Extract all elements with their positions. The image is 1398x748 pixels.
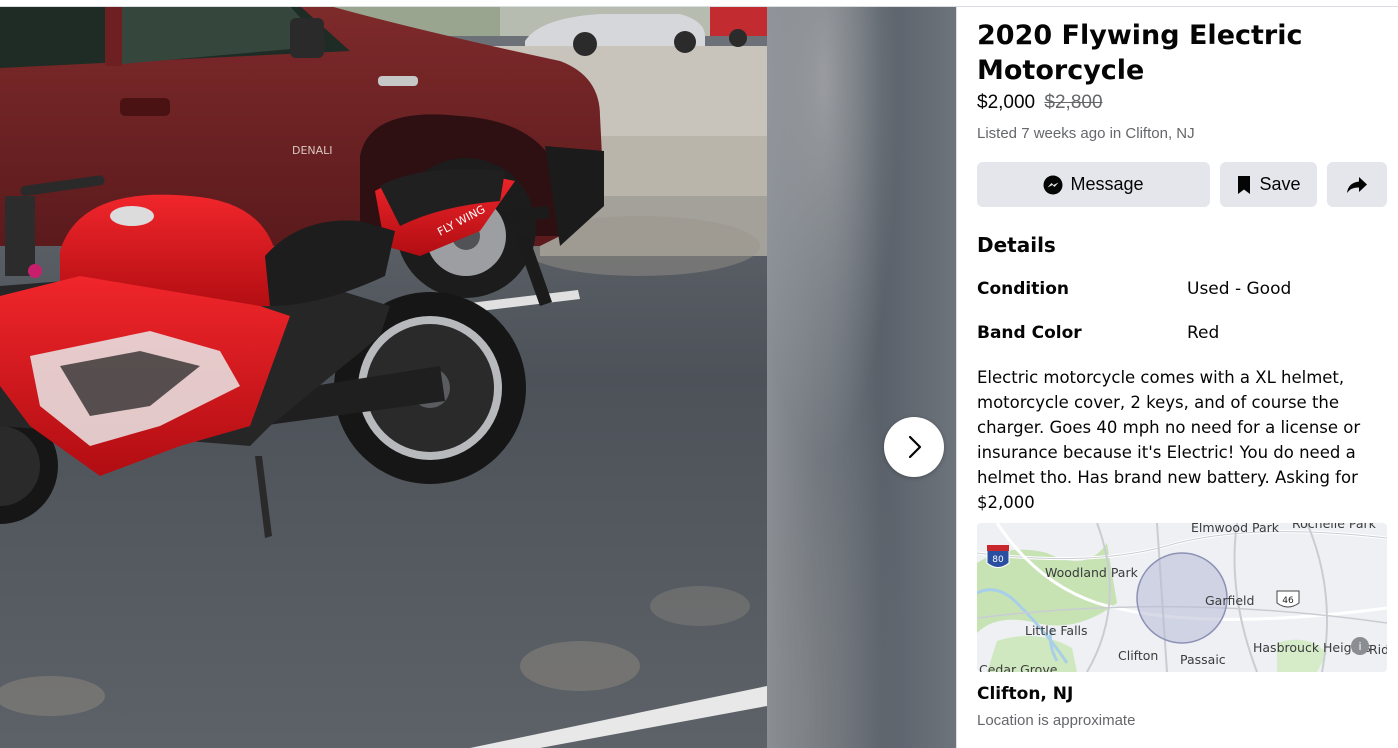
bookmark-icon [1238,175,1251,194]
listing-description: Electric motorcycle comes with a XL helm… [977,368,1361,512]
original-price: $2,800 [1044,92,1103,113]
listing-title: 2020 Flywing Electric Motorcycle [977,20,1303,86]
top-bar [0,0,1398,7]
listed-info: Listed 7 weeks ago in Clifton, NJ [977,125,1195,142]
us-route-shield: 46 [1282,596,1294,606]
map-label-rid: Rid [1369,642,1387,657]
map-label-passaic: Passaic [1180,652,1226,667]
share-arrow-icon [1347,176,1367,193]
action-buttons: Message Save [977,162,1387,207]
message-button-label: Message [1070,174,1144,194]
price-row: $2,000 $2,800 [977,90,1387,116]
listing-price: $2,000 [977,92,1036,113]
location-name: Clifton, NJ [977,684,1074,704]
detail-value: Red [1187,323,1220,343]
map-label-woodland: Woodland Park [1045,565,1139,580]
location-note: Location is approximate [977,712,1136,729]
chevron-right-icon [908,435,922,459]
interstate-shield: 80 [992,555,1004,565]
listing-details-panel: 2020 Flywing Electric Motorcycle $2,000 … [977,18,1387,729]
details-heading: Details [977,233,1056,257]
panel-divider [956,6,957,748]
detail-label: Condition [977,279,1069,299]
listing-photo[interactable]: DENALI FLY WING [0,6,767,748]
save-button-label: Save [1259,174,1301,194]
map-label-rochelle: Rochelle Park [1292,523,1377,531]
map-info-icon-glyph: i [1358,640,1361,653]
detail-label: Band Color [977,323,1082,343]
next-photo-button[interactable] [884,417,944,477]
map-label-elmwood: Elmwood Park [1191,523,1280,535]
photo-blurred-backdrop [767,6,957,748]
save-button[interactable]: Save [1220,162,1317,207]
location-map[interactable]: 80 46 Elmwood Park Rochelle Park Woodlan… [977,523,1387,672]
map-label-clifton: Clifton [1118,648,1158,663]
detail-value: Used - Good [1187,279,1292,299]
map-label-little-falls: Little Falls [1025,623,1088,638]
map-label-cedar-grove: Cedar Grove [979,662,1058,672]
message-button[interactable]: Message [977,162,1210,207]
share-button[interactable] [1327,162,1387,207]
photo-gallery: DENALI FLY WING [0,6,957,748]
messenger-icon [1043,175,1063,194]
map-label-garfield: Garfield [1205,593,1254,608]
vehicle-badge: DENALI [292,144,333,157]
